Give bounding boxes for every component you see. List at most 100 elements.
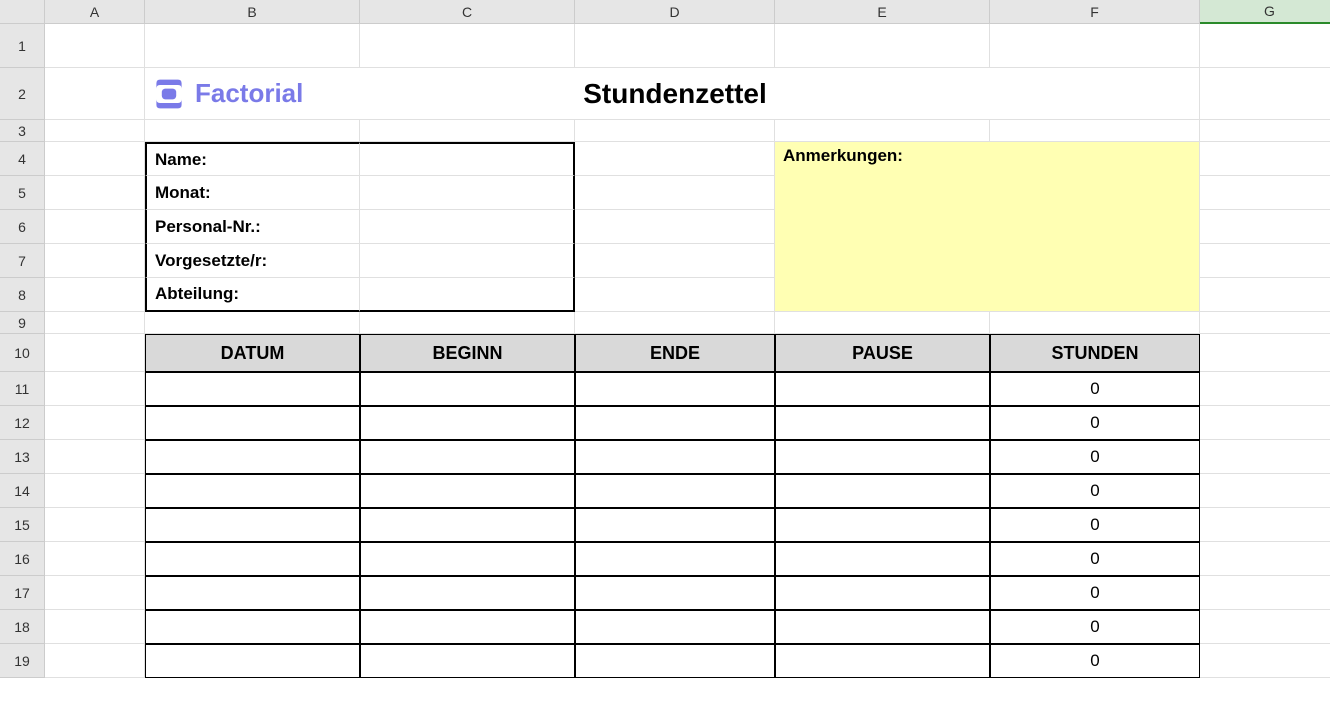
table-row[interactable]: 0 [990,644,1200,678]
cell-c9[interactable] [360,312,575,334]
table-row[interactable] [775,440,990,474]
cell-a14[interactable] [45,474,145,508]
cell-b3[interactable] [145,120,360,142]
row-header-5[interactable]: 5 [0,176,45,210]
table-row[interactable] [775,474,990,508]
table-row[interactable] [145,542,360,576]
row-header-2[interactable]: 2 [0,68,45,120]
table-header-end[interactable]: ENDE [575,334,775,372]
table-row[interactable] [360,610,575,644]
table-row[interactable] [360,406,575,440]
table-row[interactable] [360,440,575,474]
cell-d8[interactable] [575,278,775,312]
table-row[interactable] [775,610,990,644]
row-header-17[interactable]: 17 [0,576,45,610]
cell-g16[interactable] [1200,542,1330,576]
table-row[interactable] [360,372,575,406]
cell-d7[interactable] [575,244,775,278]
row-header-15[interactable]: 15 [0,508,45,542]
cell-b1[interactable] [145,24,360,68]
col-header-g[interactable]: G [1200,0,1330,24]
table-row[interactable]: 0 [990,372,1200,406]
cell-g17[interactable] [1200,576,1330,610]
row-header-19[interactable]: 19 [0,644,45,678]
info-department-value[interactable] [360,278,575,312]
cell-a2[interactable] [45,68,145,120]
cell-g10[interactable] [1200,334,1330,372]
notes-box[interactable]: Anmerkungen: [775,142,1200,312]
cell-a9[interactable] [45,312,145,334]
cell-a7[interactable] [45,244,145,278]
row-header-8[interactable]: 8 [0,278,45,312]
info-name-value[interactable] [360,142,575,176]
table-row[interactable]: 0 [990,406,1200,440]
cell-f2[interactable] [990,68,1200,120]
cell-c1[interactable] [360,24,575,68]
table-row[interactable] [575,610,775,644]
cell-a13[interactable] [45,440,145,474]
table-row[interactable] [145,474,360,508]
cell-d4[interactable] [575,142,775,176]
row-header-9[interactable]: 9 [0,312,45,334]
table-row[interactable] [575,406,775,440]
table-row[interactable] [145,440,360,474]
cell-g19[interactable] [1200,644,1330,678]
row-header-7[interactable]: 7 [0,244,45,278]
cell-g18[interactable] [1200,610,1330,644]
table-row[interactable] [360,542,575,576]
row-header-14[interactable]: 14 [0,474,45,508]
cell-a15[interactable] [45,508,145,542]
cell-g5[interactable] [1200,176,1330,210]
cell-a1[interactable] [45,24,145,68]
cell-g6[interactable] [1200,210,1330,244]
cell-f9[interactable] [990,312,1200,334]
table-row[interactable] [360,576,575,610]
cell-a18[interactable] [45,610,145,644]
cell-g12[interactable] [1200,406,1330,440]
cell-a5[interactable] [45,176,145,210]
cell-g11[interactable] [1200,372,1330,406]
table-row[interactable] [775,542,990,576]
table-row[interactable] [145,576,360,610]
table-row[interactable]: 0 [990,610,1200,644]
cell-e9[interactable] [775,312,990,334]
cell-d5[interactable] [575,176,775,210]
row-header-16[interactable]: 16 [0,542,45,576]
table-row[interactable] [575,474,775,508]
cell-g4[interactable] [1200,142,1330,176]
table-row[interactable] [360,508,575,542]
table-row[interactable] [145,610,360,644]
cell-a3[interactable] [45,120,145,142]
col-header-a[interactable]: A [45,0,145,24]
col-header-b[interactable]: B [145,0,360,24]
col-header-c[interactable]: C [360,0,575,24]
row-header-6[interactable]: 6 [0,210,45,244]
row-header-12[interactable]: 12 [0,406,45,440]
cell-a12[interactable] [45,406,145,440]
cell-c3[interactable] [360,120,575,142]
table-row[interactable]: 0 [990,576,1200,610]
cell-g1[interactable] [1200,24,1330,68]
cell-e3[interactable] [775,120,990,142]
cell-d1[interactable] [575,24,775,68]
table-row[interactable] [775,508,990,542]
col-header-e[interactable]: E [775,0,990,24]
select-all-corner[interactable] [0,0,45,24]
cell-b9[interactable] [145,312,360,334]
table-row[interactable] [575,576,775,610]
cell-a8[interactable] [45,278,145,312]
table-header-begin[interactable]: BEGINN [360,334,575,372]
cell-a6[interactable] [45,210,145,244]
cell-a19[interactable] [45,644,145,678]
table-row[interactable]: 0 [990,508,1200,542]
table-row[interactable] [145,406,360,440]
cell-d9[interactable] [575,312,775,334]
table-row[interactable] [575,372,775,406]
cell-a17[interactable] [45,576,145,610]
table-row[interactable] [775,576,990,610]
info-month-value[interactable] [360,176,575,210]
cell-g15[interactable] [1200,508,1330,542]
cell-d3[interactable] [575,120,775,142]
cell-f1[interactable] [990,24,1200,68]
cell-d6[interactable] [575,210,775,244]
